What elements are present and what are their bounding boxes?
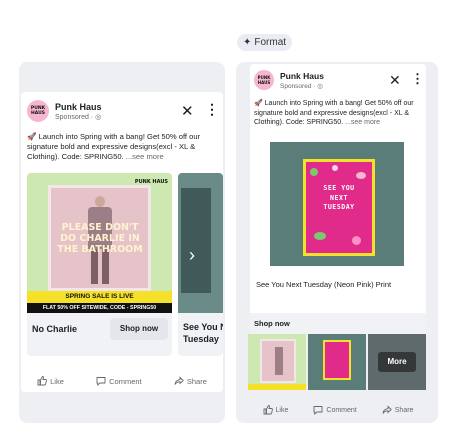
ad-card-single: PUNK HAUS Punk Haus Sponsored · ◎ ✕ ⋮ 🚀 … <box>250 64 426 358</box>
ad-header: PUNK HAUS Punk Haus Sponsored · ◎ ✕ ⋮ <box>21 92 223 126</box>
ad-header: PUNK HAUS Punk Haus Sponsored · ◎ ✕ ⋮ <box>250 64 426 98</box>
share-icon <box>174 376 184 385</box>
format-tab[interactable]: ✦ Format <box>237 34 293 51</box>
single-image-preview-panel: PUNK HAUS Punk Haus Sponsored · ◎ ✕ ⋮ 🚀 … <box>236 62 438 423</box>
thumbs-up-icon <box>263 405 273 415</box>
like-button[interactable]: Like <box>37 376 64 386</box>
comment-icon <box>313 406 323 415</box>
carousel-preview-panel: PUNK HAUS Punk Haus Sponsored · ◎ ✕ ⋮ 🚀 … <box>19 62 225 423</box>
ad-caption: 🚀 Launch into Spring with a bang! Get 50… <box>27 132 201 161</box>
carousel-card-title: See You Next Tuesday <box>183 322 223 344</box>
poster-headline: PLEASE DON'T DO CHARLIE IN THE BATHROOM <box>57 222 143 255</box>
sponsored-label: Sponsored · ◎ <box>280 83 323 90</box>
sparkle-icon: ✦ <box>243 36 252 48</box>
sponsored-label: Sponsored · ◎ <box>55 114 102 121</box>
ad-caption: 🚀 Launch into Spring with a bang! Get 50… <box>254 100 414 127</box>
more-button[interactable]: More <box>378 352 416 372</box>
carousel-next-arrow[interactable]: › <box>189 246 195 264</box>
carousel-card-image: PUNK HAUS PLEASE DON'T DO CHARLIE IN THE… <box>27 173 172 303</box>
share-button[interactable]: Share <box>382 405 413 415</box>
thumbs-up-icon <box>37 376 47 386</box>
brand-name[interactable]: Punk Haus <box>280 71 324 81</box>
share-button[interactable]: Share <box>174 376 207 386</box>
sale-banner: SPRING SALE IS LIVE <box>27 291 172 303</box>
engagement-bar: Like Comment Share <box>21 371 223 391</box>
brand-logo[interactable]: PUNK HAUS <box>254 70 274 90</box>
carousel-card-title: No Charlie <box>32 324 78 334</box>
carousel-card-1[interactable]: PUNK HAUS PLEASE DON'T DO CHARLIE IN THE… <box>27 173 172 356</box>
carousel-card-2[interactable]: › See You Next Tuesday <box>178 173 223 356</box>
ad-image[interactable]: SEE YOU NEXT TUESDAY <box>270 142 404 266</box>
globe-icon: ◎ <box>317 83 323 90</box>
product-thumbnail[interactable] <box>308 334 366 390</box>
globe-icon: ◎ <box>95 114 102 121</box>
ad-card-carousel: PUNK HAUS Punk Haus Sponsored · ◎ ✕ ⋮ 🚀 … <box>21 92 223 392</box>
share-icon <box>382 405 392 414</box>
more-options-icon[interactable]: ⋮ <box>411 72 424 85</box>
flat-offer-line: FLAT 50% OFF SITEWIDE, CODE - SPRING50 <box>27 303 172 313</box>
poster-frame: PLEASE DON'T DO CHARLIE IN THE BATHROOM <box>48 185 151 291</box>
comment-button[interactable]: Comment <box>96 376 142 386</box>
more-options-icon[interactable]: ⋮ <box>205 102 219 116</box>
brand-name[interactable]: Punk Haus <box>55 102 102 112</box>
more-products-tile[interactable]: More <box>368 334 426 390</box>
engagement-bar: Like Comment Share <box>250 401 426 419</box>
see-more-link[interactable]: ...see more <box>345 119 380 126</box>
format-label: Format <box>254 37 287 48</box>
ad-title: See You Next Tuesday (Neon Pink) Print <box>256 280 392 289</box>
carousel-card-image <box>178 173 223 313</box>
shop-now-label[interactable]: Shop now <box>254 319 290 328</box>
comment-icon <box>96 377 106 386</box>
product-thumbnails: More <box>248 334 426 390</box>
shop-now-button[interactable]: Shop now <box>110 318 168 340</box>
comment-button[interactable]: Comment <box>313 405 357 415</box>
product-thumbnail[interactable] <box>248 334 306 390</box>
poster-frame: SEE YOU NEXT TUESDAY <box>303 159 375 256</box>
close-icon[interactable]: ✕ <box>389 73 401 87</box>
like-button[interactable]: Like <box>263 405 288 415</box>
poster-headline: SEE YOU NEXT TUESDAY <box>323 184 355 212</box>
brand-logo[interactable]: PUNK HAUS <box>27 100 49 122</box>
see-more-link[interactable]: ...see more <box>126 152 164 161</box>
close-icon[interactable]: ✕ <box>181 104 194 119</box>
